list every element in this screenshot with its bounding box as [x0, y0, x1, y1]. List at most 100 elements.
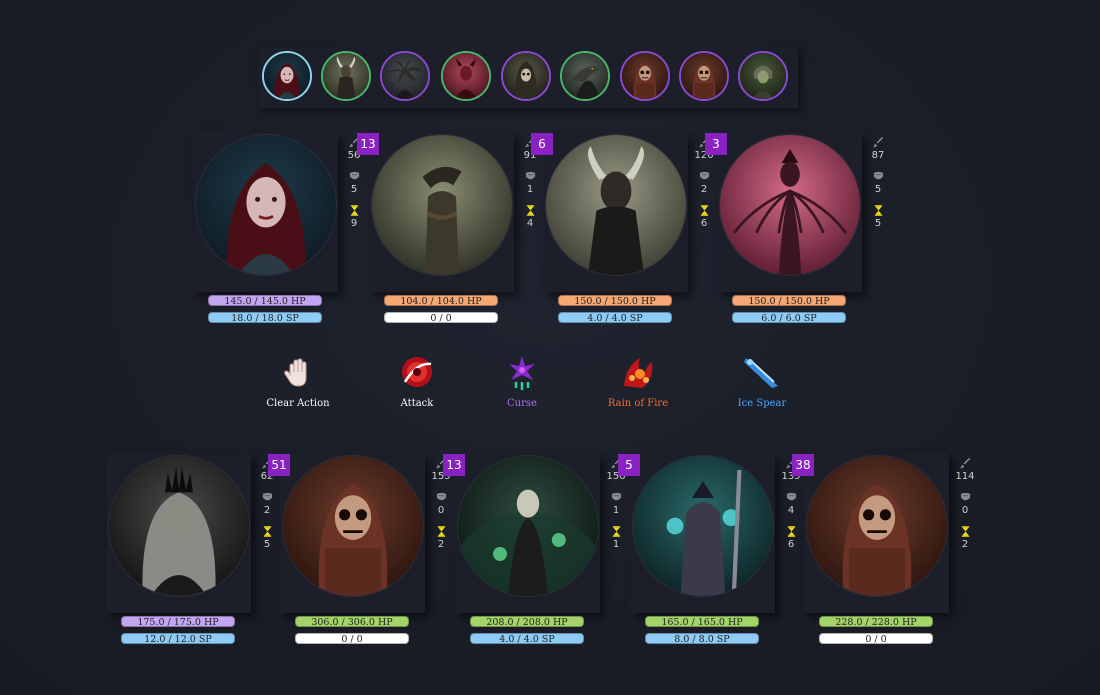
unit-portrait[interactable] — [545, 134, 687, 276]
action-label: Attack — [400, 398, 434, 409]
unit-portrait[interactable] — [108, 455, 250, 597]
sp-bar: 4.0 / 4.0 SP — [558, 312, 672, 324]
hp-bar: 306.0 / 306.0 HP — [295, 616, 409, 628]
action-fire-button[interactable]: Rain of Fire — [588, 352, 688, 409]
sword-icon — [867, 137, 889, 148]
level-badge: 5 — [618, 454, 640, 476]
hourglass-icon — [343, 205, 365, 216]
defense-value: 4 — [787, 505, 795, 516]
speed-value: 2 — [961, 539, 969, 550]
turn-portrait-armored-zombie[interactable] — [738, 51, 788, 101]
enemy-unit-card[interactable]: 56 5 9 145.0 / 145.0 HP 18.0 / 18.0 SP — [193, 132, 360, 327]
sp-bar: 12.0 / 12.0 SP — [121, 633, 235, 645]
hp-bar: 208.0 / 208.0 HP — [470, 616, 584, 628]
speed-value: 5 — [874, 218, 882, 229]
action-label: Curse — [507, 398, 537, 409]
level-badge: 38 — [792, 454, 814, 476]
defense-value: 2 — [700, 184, 708, 195]
hourglass-icon — [256, 526, 278, 537]
hp-bar: 145.0 / 145.0 HP — [208, 295, 322, 307]
action-hand-button[interactable]: Clear Action — [248, 352, 348, 409]
curse-icon — [472, 352, 572, 392]
hp-bar: 165.0 / 165.0 HP — [645, 616, 759, 628]
level-badge: 13 — [443, 454, 465, 476]
action-label: Clear Action — [266, 398, 330, 409]
attack-icon — [367, 352, 467, 392]
attack-value: 114 — [955, 471, 975, 482]
action-ice-spear-button[interactable]: Ice Spear — [712, 352, 812, 409]
ally-unit-card[interactable]: 13 156 1 1 208.0 / 208.0 HP 4.0 / 4.0 SP — [443, 453, 626, 648]
action-attack-button[interactable]: Attack — [367, 352, 467, 409]
hourglass-icon — [954, 526, 976, 537]
speed-value: 9 — [350, 218, 358, 229]
unit-portrait[interactable] — [371, 134, 513, 276]
speed-value: 6 — [787, 539, 795, 550]
turn-portrait-dragon[interactable] — [560, 51, 610, 101]
defense-value: 2 — [263, 505, 271, 516]
defense-value: 1 — [612, 505, 620, 516]
shield-icon — [605, 492, 627, 503]
unit-stats: 114 0 2 — [954, 458, 976, 560]
level-badge: 51 — [268, 454, 290, 476]
hourglass-icon — [693, 205, 715, 216]
turn-portrait-medusa[interactable] — [380, 51, 430, 101]
shield-icon — [867, 171, 889, 182]
shield-icon — [693, 171, 715, 182]
enemy-unit-card[interactable]: 13 91 1 4 104.0 / 104.0 HP 0 / 0 — [357, 132, 536, 327]
hp-bar: 104.0 / 104.0 HP — [384, 295, 498, 307]
defense-value: 0 — [961, 505, 969, 516]
level-badge: 13 — [357, 133, 379, 155]
unit-portrait[interactable] — [282, 455, 424, 597]
hp-bar: 150.0 / 150.0 HP — [558, 295, 672, 307]
turn-portrait-red-demon[interactable] — [441, 51, 491, 101]
ally-unit-card[interactable]: 38 114 0 2 228.0 / 228.0 HP 0 / 0 — [792, 453, 975, 648]
enemy-unit-card[interactable]: 3 87 5 5 150.0 / 150.0 HP 6.0 / 6.0 SP — [705, 132, 884, 327]
turn-portrait-hooded-skull[interactable] — [501, 51, 551, 101]
speed-value: 4 — [526, 218, 534, 229]
speed-value: 5 — [263, 539, 271, 550]
hourglass-icon — [519, 205, 541, 216]
hp-bar: 228.0 / 228.0 HP — [819, 616, 933, 628]
sp-bar: 0 / 0 — [384, 312, 498, 324]
sp-bar: 0 / 0 — [295, 633, 409, 645]
ally-unit-card[interactable]: 51 153 0 2 306.0 / 306.0 HP 0 / 0 — [268, 453, 451, 648]
speed-value: 6 — [700, 218, 708, 229]
ally-unit-card[interactable]: 62 2 5 175.0 / 175.0 HP 12.0 / 12.0 SP — [106, 453, 273, 648]
unit-portrait[interactable] — [457, 455, 599, 597]
enemy-unit-card[interactable]: 6 126 2 6 150.0 / 150.0 HP 4.0 / 4.0 SP — [531, 132, 714, 327]
turn-portrait-skeleton-knight[interactable] — [620, 51, 670, 101]
fire-icon — [588, 352, 688, 392]
shield-icon — [954, 492, 976, 503]
unit-portrait[interactable] — [632, 455, 774, 597]
unit-stats: 87 5 5 — [867, 137, 889, 239]
hp-bar: 175.0 / 175.0 HP — [121, 616, 235, 628]
turn-portrait-red-haired-woman[interactable] — [262, 51, 312, 101]
turn-portrait-skeleton-knight[interactable] — [679, 51, 729, 101]
hourglass-icon — [867, 205, 889, 216]
sword-icon — [954, 458, 976, 469]
ally-unit-card[interactable]: 5 135 4 6 165.0 / 165.0 HP 8.0 / 8.0 SP — [618, 453, 801, 648]
speed-value: 1 — [612, 539, 620, 550]
level-badge: 6 — [531, 133, 553, 155]
shield-icon — [780, 492, 802, 503]
unit-portrait[interactable] — [719, 134, 861, 276]
hourglass-icon — [605, 526, 627, 537]
sp-bar: 4.0 / 4.0 SP — [470, 633, 584, 645]
shield-icon — [430, 492, 452, 503]
hourglass-icon — [780, 526, 802, 537]
speed-value: 2 — [437, 539, 445, 550]
unit-portrait[interactable] — [806, 455, 948, 597]
sp-bar: 8.0 / 8.0 SP — [645, 633, 759, 645]
action-curse-button[interactable]: Curse — [472, 352, 572, 409]
unit-portrait[interactable] — [195, 134, 337, 276]
hand-icon — [248, 352, 348, 392]
attack-value: 87 — [871, 150, 885, 161]
sp-bar: 0 / 0 — [819, 633, 933, 645]
ice-spear-icon — [712, 352, 812, 392]
shield-icon — [519, 171, 541, 182]
shield-icon — [256, 492, 278, 503]
level-badge: 3 — [705, 133, 727, 155]
defense-value: 1 — [526, 184, 534, 195]
hp-bar: 150.0 / 150.0 HP — [732, 295, 846, 307]
turn-portrait-horned-demon[interactable] — [321, 51, 371, 101]
